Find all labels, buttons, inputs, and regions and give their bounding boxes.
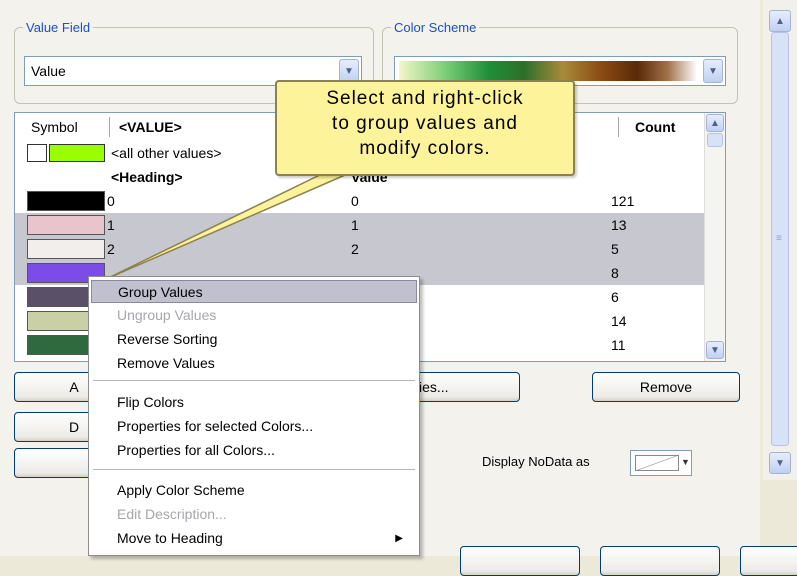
menu-item-reverse-sorting[interactable]: Reverse Sorting	[91, 328, 417, 351]
menu-item-edit-description[interactable]: Edit Description...	[91, 503, 417, 526]
callout-line: Select and right-click	[326, 88, 524, 109]
tooltip-callout: Select and right-click to group values a…	[275, 80, 575, 176]
callout-line: to group values and	[332, 113, 518, 134]
move-to-heading-label: Move to Heading	[117, 530, 223, 546]
menu-item-properties-all[interactable]: Properties for all Colors...	[91, 439, 417, 462]
callout-line: modify colors.	[359, 138, 491, 159]
context-menu: Group Values Ungroup Values Reverse Sort…	[88, 276, 420, 556]
submenu-arrow-icon: ▶	[395, 533, 403, 544]
menu-item-ungroup-values[interactable]: Ungroup Values	[91, 304, 417, 327]
menu-separator	[93, 469, 415, 470]
menu-item-remove-values[interactable]: Remove Values	[91, 352, 417, 375]
menu-item-properties-selected[interactable]: Properties for selected Colors...	[91, 415, 417, 438]
menu-separator	[93, 380, 415, 381]
menu-item-move-to-heading[interactable]: Move to Heading ▶	[91, 527, 417, 550]
menu-item-apply-color-scheme[interactable]: Apply Color Scheme	[91, 479, 417, 502]
menu-item-flip-colors[interactable]: Flip Colors	[91, 391, 417, 414]
menu-item-group-values[interactable]: Group Values	[91, 280, 417, 303]
